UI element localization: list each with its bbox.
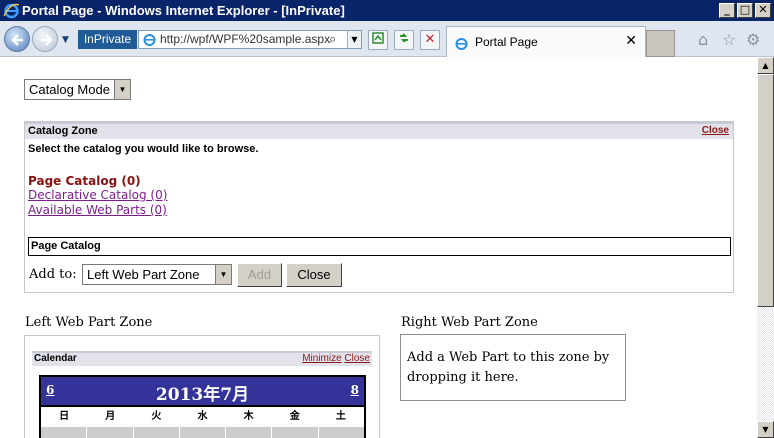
add-to-label: Add to: — [29, 267, 77, 282]
new-tab-button[interactable] — [646, 30, 675, 57]
close-window-button[interactable]: ✕ — [755, 3, 771, 18]
compatibility-view-icon[interactable] — [368, 30, 388, 50]
scroll-up-icon[interactable]: ▲ — [757, 57, 774, 74]
days-of-week: 日 月 火 水 木 金 土 — [41, 409, 364, 425]
left-web-part-zone: Calendar Minimize Close 6 2013年7月 8 日 月 … — [24, 335, 380, 438]
scrollbar-thumb[interactable] — [757, 74, 774, 307]
add-button[interactable]: Add — [237, 263, 282, 287]
stop-icon[interactable]: ✕ — [420, 30, 440, 50]
tab-portal-page[interactable]: Portal Page ✕ — [446, 26, 646, 57]
address-url[interactable]: http://wpf/WPF%20sample.aspx — [160, 31, 330, 48]
calendar-day-cell[interactable] — [41, 427, 87, 438]
home-icon[interactable]: ⌂ — [698, 32, 708, 48]
page-catalog-link: Page Catalog (0) — [28, 174, 141, 188]
tab-close-icon[interactable]: ✕ — [625, 33, 637, 49]
catalog-close-link[interactable]: Close — [702, 125, 729, 137]
chevron-down-icon[interactable]: ▼ — [215, 265, 231, 284]
calendar-day-cell[interactable] — [87, 427, 133, 438]
day-of-week: 火 — [151, 411, 162, 422]
left-zone-title: Left Web Part Zone — [25, 315, 153, 330]
day-of-week: 木 — [243, 411, 254, 422]
catalog-instruction: Select the catalog you would like to bro… — [28, 143, 259, 155]
address-dropdown-icon[interactable]: ▼ — [347, 31, 361, 48]
calendar-close-link[interactable]: Close — [344, 353, 370, 364]
tools-gear-icon[interactable]: ⚙ — [746, 32, 760, 48]
page-icon — [143, 34, 156, 46]
window-title: Portal Page - Windows Internet Explorer … — [22, 3, 345, 18]
day-of-week: 日 — [59, 411, 70, 422]
catalog-zone: Catalog Zone Close Select the catalog yo… — [24, 121, 734, 293]
minimize-link[interactable]: Minimize — [302, 353, 341, 364]
day-of-week: 水 — [197, 411, 208, 422]
browser-toolbar: ▼ InPrivate http://wpf/WPF%20sample.aspx… — [0, 21, 774, 57]
calendar-day-cell[interactable] — [133, 427, 179, 438]
history-dropdown-icon[interactable]: ▼ — [62, 35, 69, 45]
declarative-catalog-link[interactable]: Declarative Catalog (0) — [28, 188, 167, 202]
right-zone-empty-text: Add a Web Part to this zone by dropping … — [407, 350, 610, 385]
page-content: Catalog Mode ▼ Catalog Zone Close Select… — [0, 57, 757, 438]
calendar-day-cell[interactable] — [318, 427, 364, 438]
arrow-left-icon — [11, 34, 23, 46]
available-web-parts-link[interactable]: Available Web Parts (0) — [28, 203, 167, 217]
maximize-button[interactable]: □ — [737, 3, 753, 18]
arrow-right-icon — [41, 34, 53, 46]
tab-label: Portal Page — [475, 35, 538, 49]
favorites-star-icon[interactable]: ☆ — [722, 32, 736, 48]
vertical-scrollbar[interactable]: ▲ ▼ — [757, 57, 774, 438]
add-to-zone-value: Left Web Part Zone — [87, 267, 200, 282]
calendar-day-cell[interactable] — [226, 427, 272, 438]
calendar-week-row — [41, 427, 364, 438]
inprivate-badge[interactable]: InPrivate — [78, 30, 137, 49]
selected-catalog-title: Page Catalog — [28, 237, 731, 256]
day-of-week: 金 — [289, 411, 300, 422]
add-to-zone-select[interactable]: Left Web Part Zone ▼ — [82, 264, 232, 285]
calendar-month: 2013年7月 — [155, 385, 250, 405]
right-web-part-zone[interactable]: Add a Web Part to this zone by dropping … — [400, 334, 626, 401]
day-of-week: 土 — [335, 411, 346, 422]
minimize-button[interactable]: _ — [719, 3, 735, 18]
catalog-zone-title: Catalog Zone — [28, 125, 98, 137]
forward-button[interactable] — [32, 26, 58, 52]
calendar-day-cell[interactable] — [179, 427, 226, 438]
page-icon — [455, 38, 468, 50]
next-month-link[interactable]: 8 — [351, 383, 359, 397]
chevron-down-icon[interactable]: ▼ — [113, 80, 130, 99]
day-of-week: 月 — [105, 411, 116, 422]
window-title-bar: Portal Page - Windows Internet Explorer … — [0, 0, 774, 21]
search-icon[interactable]: ⌕ — [329, 32, 336, 47]
calendar-part-title: Calendar — [34, 353, 77, 364]
ie-logo-icon — [3, 3, 20, 19]
calendar: 6 2013年7月 8 日 月 火 水 木 金 土 — [39, 375, 366, 438]
calendar-part-header: Calendar Minimize Close — [32, 351, 372, 366]
calendar-title-bar: 6 2013年7月 8 — [41, 377, 364, 407]
display-mode-select[interactable]: Catalog Mode ▼ — [24, 79, 131, 100]
address-bar[interactable]: http://wpf/WPF%20sample.aspx ⌕ ▼ — [138, 30, 362, 49]
scroll-down-icon[interactable]: ▼ — [757, 421, 774, 438]
refresh-icon[interactable] — [394, 30, 414, 50]
display-mode-value: Catalog Mode — [29, 82, 110, 97]
back-button[interactable] — [4, 26, 30, 52]
close-button[interactable]: Close — [286, 263, 342, 287]
catalog-zone-header: Catalog Zone Close — [25, 122, 733, 139]
right-zone-title: Right Web Part Zone — [401, 315, 538, 330]
calendar-day-cell[interactable] — [272, 427, 318, 438]
